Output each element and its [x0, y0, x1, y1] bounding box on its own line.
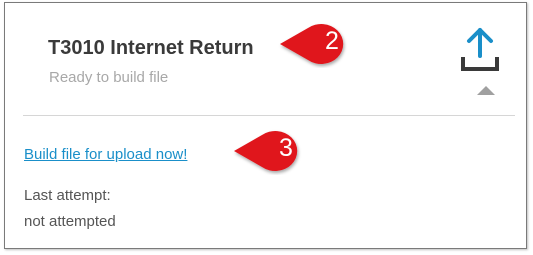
collapse-button[interactable]: [475, 83, 497, 97]
build-file-link[interactable]: Build file for upload now!: [24, 146, 187, 163]
upload-button[interactable]: [460, 27, 500, 73]
callout-number: 3: [279, 134, 293, 162]
upload-icon: [461, 28, 499, 71]
divider: [23, 115, 515, 116]
return-card: T3010 Internet Return Ready to build fil…: [4, 2, 527, 249]
chevron-up-icon: [477, 86, 495, 95]
last-attempt-label: Last attempt:: [24, 187, 111, 204]
card-status: Ready to build file: [49, 69, 169, 86]
callout-marker-3: 3: [232, 127, 324, 175]
callout-marker-2: 2: [278, 20, 370, 68]
card-title: T3010 Internet Return: [48, 37, 254, 59]
callout-number: 2: [325, 27, 339, 55]
last-attempt-value: not attempted: [24, 213, 116, 230]
